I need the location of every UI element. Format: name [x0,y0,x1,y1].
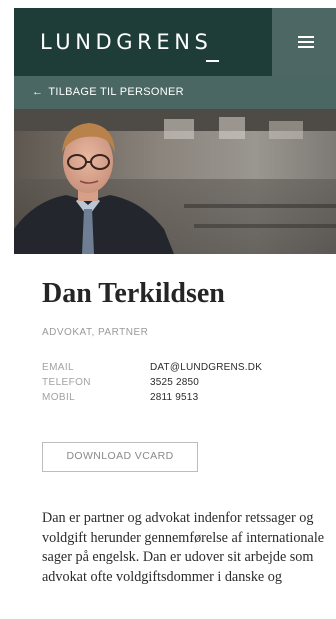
email-label: EMAIL [42,362,75,373]
arrow-left-icon: ← [32,86,44,98]
back-navigation-bar: ← TILBAGE TIL PERSONER [14,76,336,109]
phone-label: TELEFON [42,377,91,388]
profile-page: LUNDGRENS ← TILBAGE TIL PERSONER Dan Ter… [14,0,336,619]
site-logo[interactable]: LUNDGRENS [40,30,212,54]
mobile-label: MOBIL [42,392,76,403]
contact-row-email: EMAIL DAT@LUNDGRENS.DK [42,362,332,377]
back-link-label: TILBAGE TIL PERSONER [48,86,184,98]
mobile-link[interactable]: 2811 9513 [150,392,198,403]
back-to-people-link[interactable]: ← TILBAGE TIL PERSONER [32,86,184,98]
person-title: ADVOKAT, PARTNER [42,327,149,338]
logo-area[interactable]: LUNDGRENS [14,8,272,76]
contact-row-phone: TELEFON 3525 2850 [42,377,332,392]
logo-underline-mark [206,60,219,62]
phone-link[interactable]: 3525 2850 [150,377,199,388]
profile-photo [14,109,336,254]
contact-details: EMAIL DAT@LUNDGRENS.DK TELEFON 3525 2850… [42,362,332,407]
portrait-image [14,109,336,254]
site-header: LUNDGRENS [14,0,336,76]
hamburger-menu-icon[interactable] [298,36,314,48]
download-vcard-button[interactable]: DOWNLOAD VCARD [42,442,198,472]
person-name: Dan Terkildsen [42,278,225,309]
contact-row-mobile: MOBIL 2811 9513 [42,392,332,407]
email-link[interactable]: DAT@LUNDGRENS.DK [150,362,262,373]
menu-area [272,8,336,76]
person-bio: Dan er partner og advokat indenfor retss… [42,510,325,585]
